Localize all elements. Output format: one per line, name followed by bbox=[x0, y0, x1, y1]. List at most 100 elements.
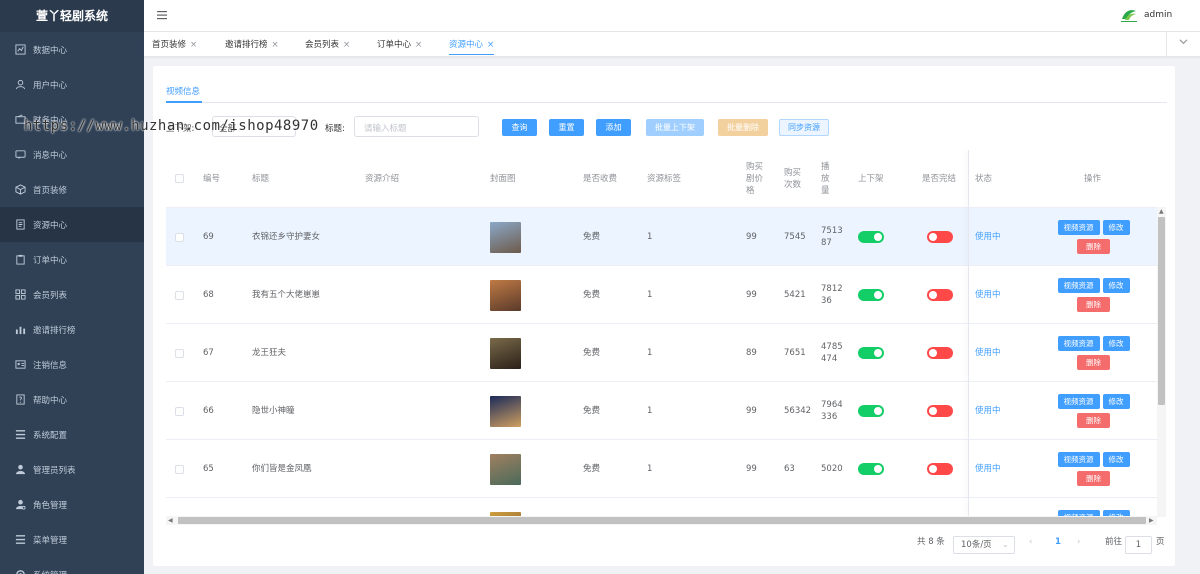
sidebar-item-14[interactable]: 菜单管理 bbox=[0, 522, 144, 557]
page-size-select[interactable]: 10条/页 ⌄ bbox=[953, 536, 1015, 554]
row-checkbox[interactable] bbox=[175, 232, 184, 242]
row-checkbox[interactable] bbox=[175, 464, 184, 474]
vertical-scroll-thumb[interactable] bbox=[1158, 217, 1165, 405]
tab-1[interactable]: 邀请排行榜 × bbox=[225, 38, 279, 50]
row-checkbox[interactable] bbox=[175, 348, 184, 358]
finished-toggle[interactable] bbox=[927, 463, 953, 475]
sidebar-item-9[interactable]: 注销信息 bbox=[0, 347, 144, 382]
row-finished-cell bbox=[927, 324, 953, 382]
close-icon[interactable]: × bbox=[343, 40, 350, 50]
table-row[interactable]: 65 你们皆是金凤凰 免费 1 99 63 5020 使用中 视频资源 修改 删除 bbox=[166, 440, 1158, 498]
edit-button[interactable]: 修改 bbox=[1102, 278, 1130, 293]
sidebar-item-10[interactable]: 帮助中心 bbox=[0, 382, 144, 417]
admin-username[interactable]: admin bbox=[1144, 10, 1172, 20]
tab-0[interactable]: 首页装修 × bbox=[152, 38, 197, 50]
row-checkbox[interactable] bbox=[175, 406, 184, 416]
sidebar-item-12[interactable]: 管理员列表 bbox=[0, 452, 144, 487]
goto-page-input[interactable]: 1 bbox=[1125, 536, 1152, 554]
table-row[interactable]: 69 衣锦还乡守护妻女 免费 1 99 7545 751387 使用中 视频资源 修改 删除 bbox=[166, 208, 1158, 266]
tab-2[interactable]: 会员列表 × bbox=[305, 38, 350, 50]
shelf-toggle[interactable] bbox=[858, 289, 884, 301]
tab-4[interactable]: 资源中心 × bbox=[449, 38, 495, 55]
header-select-all[interactable] bbox=[175, 150, 184, 207]
video-resource-button[interactable]: 视频资源 bbox=[1057, 394, 1100, 409]
sync-resource-button[interactable]: 同步资源 bbox=[779, 119, 829, 136]
row-select-cell[interactable] bbox=[175, 208, 184, 266]
table-row[interactable]: 视频资源修改删除 bbox=[166, 498, 1158, 517]
query-button[interactable]: 查询 bbox=[502, 119, 537, 136]
batch-shelf-button[interactable]: 批量上下架 bbox=[646, 119, 704, 136]
scroll-left-icon[interactable]: ◀ bbox=[168, 517, 173, 524]
row-status[interactable]: 使用中 bbox=[975, 324, 1001, 382]
reset-button[interactable]: 重置 bbox=[549, 119, 584, 136]
sidebar-item-6[interactable]: 订单中心 bbox=[0, 242, 144, 277]
row-select-cell[interactable] bbox=[175, 324, 184, 382]
row-select-cell[interactable] bbox=[175, 382, 184, 440]
row-status[interactable]: 使用中 bbox=[975, 266, 1001, 324]
shelf-toggle[interactable] bbox=[858, 405, 884, 417]
edit-button[interactable]: 修改 bbox=[1102, 336, 1130, 351]
horizontal-scrollbar[interactable]: ◀ ▶ bbox=[166, 516, 1157, 525]
tabs-dropdown-icon[interactable] bbox=[1166, 32, 1200, 57]
tab-3[interactable]: 订单中心 × bbox=[377, 38, 422, 50]
table-row[interactable]: 68 我有五个大佬崽崽 免费 1 99 5421 781236 使用中 视频资源 修改 删除 bbox=[166, 266, 1158, 324]
sidebar-item-13[interactable]: 角色管理 bbox=[0, 487, 144, 522]
video-resource-button[interactable]: 视频资源 bbox=[1057, 452, 1100, 467]
horizontal-scroll-thumb[interactable] bbox=[178, 517, 1146, 524]
delete-button[interactable]: 删除 bbox=[1077, 239, 1110, 254]
row-status[interactable]: 使用中 bbox=[975, 208, 1001, 266]
row-select-cell[interactable] bbox=[175, 498, 184, 517]
hamburger-icon[interactable] bbox=[156, 9, 168, 21]
sidebar-item-5[interactable]: 资源中心 bbox=[0, 207, 144, 242]
sidebar-item-8[interactable]: 邀请排行榜 bbox=[0, 312, 144, 347]
shelf-toggle[interactable] bbox=[858, 347, 884, 359]
add-button[interactable]: 添加 bbox=[596, 119, 631, 136]
next-page-button[interactable]: › bbox=[1077, 533, 1080, 551]
table-row[interactable]: 67 龙王狂夫 免费 1 89 7651 4785474 使用中 视频资源 修改 删除 bbox=[166, 324, 1158, 382]
close-icon[interactable]: × bbox=[190, 40, 197, 50]
edit-button[interactable]: 修改 bbox=[1102, 394, 1130, 409]
scroll-up-icon[interactable]: ▲ bbox=[1159, 208, 1164, 215]
video-resource-button[interactable]: 视频资源 bbox=[1057, 278, 1100, 293]
delete-button[interactable]: 删除 bbox=[1077, 297, 1110, 312]
close-icon[interactable]: × bbox=[272, 40, 279, 50]
delete-button[interactable]: 删除 bbox=[1077, 413, 1110, 428]
scroll-right-icon[interactable]: ▶ bbox=[1149, 517, 1154, 524]
row-status[interactable]: 使用中 bbox=[975, 440, 1001, 498]
sidebar-item-3[interactable]: 消息中心 bbox=[0, 137, 144, 172]
finished-toggle[interactable] bbox=[927, 231, 953, 243]
row-select-cell[interactable] bbox=[175, 266, 184, 324]
row-id: 66 bbox=[203, 406, 214, 416]
delete-button[interactable]: 删除 bbox=[1077, 355, 1110, 370]
row-title: 隐世小神瞳 bbox=[252, 406, 295, 416]
row-select-cell[interactable] bbox=[175, 440, 184, 498]
video-resource-button[interactable]: 视频资源 bbox=[1057, 220, 1100, 235]
row-checkbox[interactable] bbox=[175, 290, 184, 300]
finished-toggle[interactable] bbox=[927, 289, 953, 301]
edit-button[interactable]: 修改 bbox=[1102, 220, 1130, 235]
select-all-checkbox[interactable] bbox=[175, 174, 184, 183]
close-icon[interactable]: × bbox=[487, 40, 494, 50]
vertical-scrollbar[interactable]: ▲ bbox=[1157, 207, 1166, 517]
sidebar-item-15[interactable]: 系统管理 ⌄ bbox=[0, 557, 144, 574]
current-page-number[interactable]: 1 bbox=[1055, 533, 1061, 551]
sidebar-item-1[interactable]: 用户中心 bbox=[0, 67, 144, 102]
subtab-video-info[interactable]: 视频信息 bbox=[166, 85, 200, 97]
sidebar-item-4[interactable]: 首页装修 bbox=[0, 172, 144, 207]
delete-button[interactable]: 删除 bbox=[1077, 471, 1110, 486]
table-row[interactable]: 66 隐世小神瞳 免费 1 99 56342 7964336 使用中 视频资源 修改 删除 bbox=[166, 382, 1158, 440]
finished-toggle[interactable] bbox=[927, 347, 953, 359]
finished-toggle[interactable] bbox=[927, 405, 953, 417]
sidebar-item-11[interactable]: 系统配置 bbox=[0, 417, 144, 452]
row-status[interactable]: 使用中 bbox=[975, 382, 1001, 440]
shelf-toggle[interactable] bbox=[858, 463, 884, 475]
prev-page-button[interactable]: ‹ bbox=[1029, 533, 1032, 551]
title-search-input[interactable]: 请输入标题 bbox=[354, 116, 479, 137]
edit-button[interactable]: 修改 bbox=[1102, 452, 1130, 467]
close-icon[interactable]: × bbox=[415, 40, 422, 50]
batch-delete-button[interactable]: 批量删除 bbox=[718, 119, 768, 136]
shelf-toggle[interactable] bbox=[858, 231, 884, 243]
sidebar-item-7[interactable]: 会员列表 bbox=[0, 277, 144, 312]
video-resource-button[interactable]: 视频资源 bbox=[1057, 336, 1100, 351]
sidebar-item-0[interactable]: 数据中心 bbox=[0, 32, 144, 67]
